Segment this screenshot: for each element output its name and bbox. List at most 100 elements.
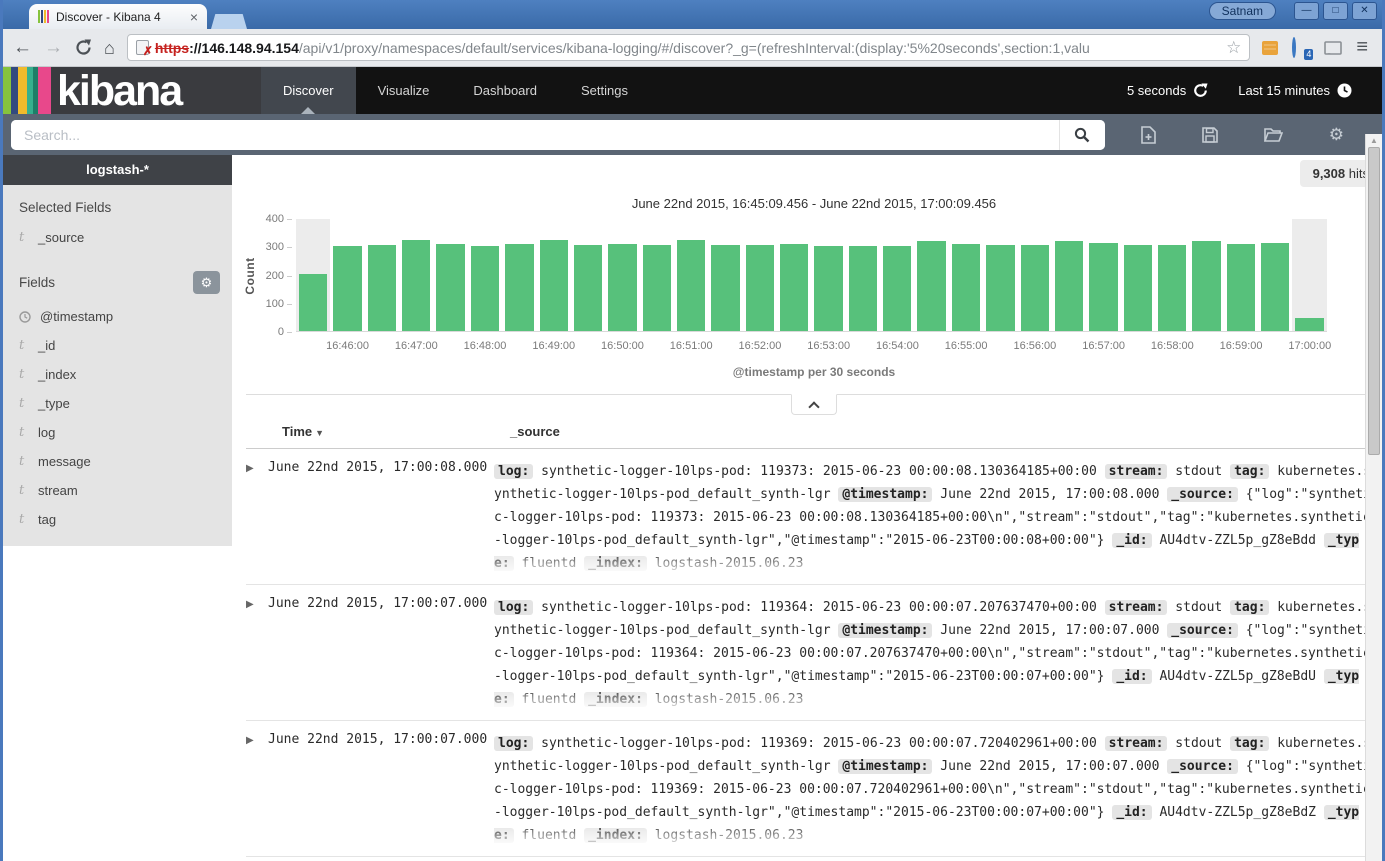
field-item-tag[interactable]: ttag: [3, 505, 232, 534]
close-button[interactable]: ✕: [1352, 2, 1377, 20]
field-item-message[interactable]: tmessage: [3, 447, 232, 476]
y-tick-label: 0: [278, 326, 284, 338]
bar-slot: [708, 219, 742, 331]
bar-slot: [537, 219, 571, 331]
histogram-bar[interactable]: [402, 240, 430, 331]
time-column-header[interactable]: Time▼: [282, 424, 510, 439]
histogram-bar[interactable]: [608, 244, 636, 331]
nav-item-discover[interactable]: Discover: [261, 67, 356, 114]
discover-main: 9,308 hits June 22nd 2015, 16:45:09.456 …: [232, 155, 1382, 861]
time-range-picker[interactable]: Last 15 minutes: [1238, 83, 1352, 98]
ssl-error-icon[interactable]: ✗: [136, 40, 149, 55]
collapse-chart-button[interactable]: [791, 394, 837, 415]
url-bar[interactable]: ✗ https://146.148.94.154/api/v1/proxy/na…: [127, 34, 1250, 61]
field-badge: tag:: [1230, 600, 1269, 615]
histogram-bar[interactable]: [917, 241, 945, 331]
histogram-bar[interactable]: [677, 240, 705, 331]
bar-slot: [502, 219, 536, 331]
histogram-bar[interactable]: [1227, 244, 1255, 331]
menu-icon[interactable]: ≡: [1356, 36, 1368, 59]
nav-item-visualize[interactable]: Visualize: [356, 67, 452, 114]
string-field-icon: t: [19, 425, 29, 440]
histogram-bar[interactable]: [436, 244, 464, 331]
field-item-stream[interactable]: tstream: [3, 476, 232, 505]
histogram-bar[interactable]: [299, 274, 327, 331]
histogram-bar[interactable]: [1261, 243, 1289, 331]
bar-slot: [296, 219, 330, 331]
expand-row-icon[interactable]: ▶: [246, 732, 268, 847]
kibana-logo[interactable]: kibana: [3, 67, 261, 114]
histogram-bar[interactable]: [952, 244, 980, 331]
profile-button[interactable]: Satnam: [1209, 2, 1276, 20]
field-item-type[interactable]: t_type: [3, 389, 232, 418]
home-icon[interactable]: ⌂: [104, 39, 115, 57]
field-name: _id: [38, 338, 55, 353]
index-pattern-selector[interactable]: logstash-*: [3, 155, 232, 185]
extension-icon-1[interactable]: [1262, 41, 1278, 55]
histogram-bar[interactable]: [1124, 245, 1152, 331]
tab-close-icon[interactable]: ×: [190, 12, 198, 22]
save-search-icon[interactable]: [1202, 127, 1218, 143]
expand-row-icon[interactable]: ▶: [246, 596, 268, 711]
field-item-log[interactable]: tlog: [3, 418, 232, 447]
browser-tab[interactable]: Discover - Kibana 4 ×: [29, 4, 207, 29]
nav-item-settings[interactable]: Settings: [559, 67, 650, 114]
bookmark-star-icon[interactable]: ☆: [1226, 38, 1241, 58]
histogram-bar[interactable]: [1192, 241, 1220, 331]
histogram-bar[interactable]: [368, 245, 396, 331]
histogram-bar[interactable]: [471, 246, 499, 331]
reload-icon[interactable]: [75, 39, 92, 56]
search-button[interactable]: [1059, 120, 1105, 150]
field-item-id[interactable]: t_id: [3, 331, 232, 360]
field-item-source[interactable]: t_source: [3, 223, 232, 252]
histogram-bar[interactable]: [780, 244, 808, 331]
histogram-bar[interactable]: [814, 246, 842, 331]
histogram-bar[interactable]: [1158, 245, 1186, 331]
page-scrollbar[interactable]: ▲: [1365, 134, 1382, 861]
new-search-icon[interactable]: [1141, 126, 1156, 144]
y-axis-title: Count: [243, 257, 257, 294]
scrollbar-up-arrow[interactable]: ▲: [1366, 134, 1382, 148]
histogram-bar[interactable]: [1295, 318, 1323, 331]
open-search-icon[interactable]: [1264, 127, 1283, 142]
bar-slot: [1224, 219, 1258, 331]
histogram-bar[interactable]: [1021, 245, 1049, 331]
minimize-button[interactable]: —: [1294, 2, 1319, 20]
histogram-bar[interactable]: [849, 246, 877, 331]
histogram-bar[interactable]: [1055, 241, 1083, 331]
scrollbar-thumb[interactable]: [1368, 147, 1380, 455]
expand-row-icon[interactable]: ▶: [246, 460, 268, 575]
histogram-bar[interactable]: [333, 246, 361, 331]
field-item-index[interactable]: t_index: [3, 360, 232, 389]
discover-content: logstash-* Selected Fields t_source Fiel…: [3, 155, 1382, 861]
bar-slot: [1018, 219, 1052, 331]
back-icon[interactable]: ←: [13, 38, 32, 57]
histogram-bar[interactable]: [986, 245, 1014, 331]
refresh-interval-picker[interactable]: 5 seconds: [1127, 83, 1208, 98]
new-tab-button[interactable]: [211, 14, 247, 29]
field-item-timestamp[interactable]: @timestamp: [3, 302, 232, 331]
field-badge: _id:: [1112, 533, 1151, 548]
cast-icon[interactable]: [1324, 41, 1342, 55]
histogram-bar[interactable]: [883, 246, 911, 331]
histogram-bar[interactable]: [746, 245, 774, 331]
field-settings-button[interactable]: ⚙: [193, 271, 220, 294]
row-time: June 22nd 2015, 17:00:08.000: [268, 460, 494, 575]
histogram-bar[interactable]: [1089, 243, 1117, 331]
search-input[interactable]: [11, 120, 1059, 150]
histogram-bar[interactable]: [505, 244, 533, 331]
bar-slot: [605, 219, 639, 331]
url-host: ://146.148.94.154: [189, 40, 299, 56]
url-scheme: https: [155, 40, 189, 56]
histogram-bar[interactable]: [711, 245, 739, 331]
histogram-bar[interactable]: [540, 240, 568, 331]
histogram-bar[interactable]: [643, 245, 671, 331]
settings-gear-icon[interactable]: ⚙: [1329, 126, 1344, 143]
field-name: log: [38, 425, 55, 440]
kibana-favicon: [38, 10, 49, 23]
nav-item-dashboard[interactable]: Dashboard: [451, 67, 559, 114]
maximize-button[interactable]: □: [1323, 2, 1348, 20]
extension-hangouts-icon[interactable]: 4: [1292, 39, 1310, 57]
histogram-bar[interactable]: [574, 245, 602, 331]
y-tick-label: 300: [266, 241, 284, 253]
